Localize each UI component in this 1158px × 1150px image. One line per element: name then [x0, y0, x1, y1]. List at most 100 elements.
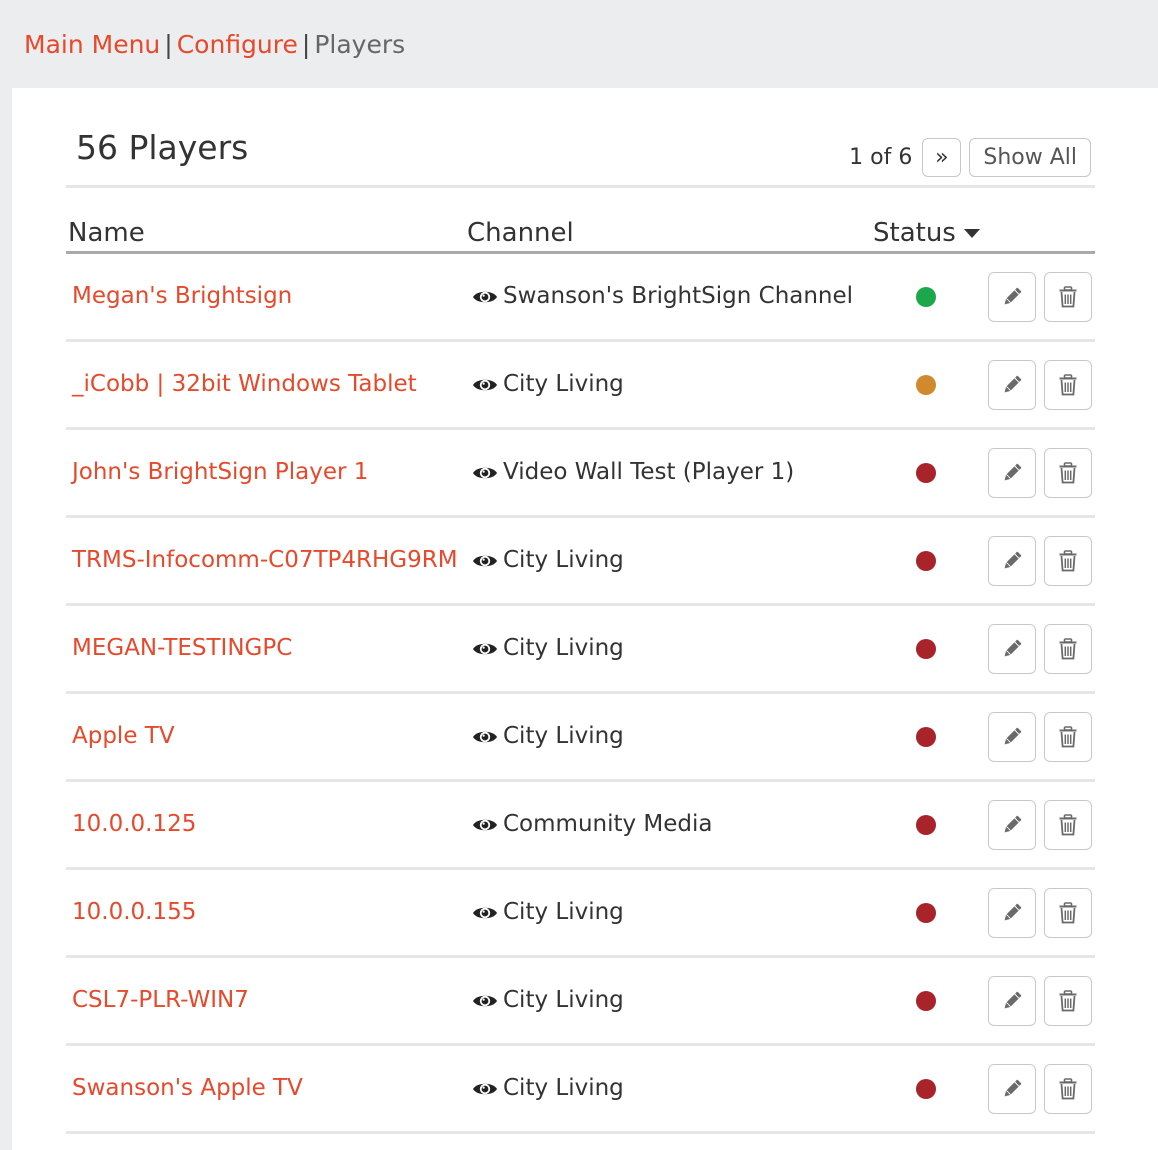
eye-icon [472, 728, 498, 746]
eye-icon [472, 552, 498, 570]
eye-icon [472, 464, 498, 482]
player-name-link[interactable]: Megan's Brightsign [72, 254, 292, 339]
pencil-icon [1001, 638, 1023, 660]
pencil-icon [1001, 462, 1023, 484]
status-indicator [916, 903, 936, 923]
players-table: Megan's Brightsign Swanson's BrightSign … [66, 254, 1095, 1134]
trash-icon [1058, 286, 1078, 308]
edit-button[interactable] [988, 448, 1036, 498]
delete-button[interactable] [1044, 624, 1092, 674]
breadcrumb-current: Players [314, 30, 406, 59]
delete-button[interactable] [1044, 976, 1092, 1026]
edit-button[interactable] [988, 624, 1036, 674]
player-channel-label: City Living [503, 987, 624, 1013]
player-channel-label: City Living [503, 371, 624, 397]
edit-button[interactable] [988, 888, 1036, 938]
player-channel-label: City Living [503, 1075, 624, 1101]
status-indicator [916, 815, 936, 835]
status-indicator [916, 991, 936, 1011]
player-channel-label: Swanson's BrightSign Channel [503, 283, 854, 309]
trash-icon [1058, 902, 1078, 924]
edit-button[interactable] [988, 360, 1036, 410]
player-channel: City Living [472, 958, 624, 1043]
player-name-link[interactable]: 10.0.0.155 [72, 870, 196, 955]
player-channel-label: City Living [503, 547, 624, 573]
eye-icon [472, 816, 498, 834]
table-row: Swanson's Apple TV City Living [66, 1046, 1095, 1134]
trash-icon [1058, 990, 1078, 1012]
table-row: _iCobb | 32bit Windows Tablet City Livin… [66, 342, 1095, 430]
column-header-status[interactable]: Status [873, 218, 980, 248]
player-channel: Community Media [472, 782, 713, 867]
player-channel: Swanson's BrightSign Channel [472, 254, 853, 339]
trash-icon [1058, 550, 1078, 572]
status-indicator [916, 287, 936, 307]
table-row: Apple TV City Living [66, 694, 1095, 782]
trash-icon [1058, 638, 1078, 660]
delete-button[interactable] [1044, 888, 1092, 938]
pencil-icon [1001, 902, 1023, 924]
pencil-icon [1001, 374, 1023, 396]
delete-button[interactable] [1044, 272, 1092, 322]
status-indicator [916, 551, 936, 571]
player-channel: City Living [472, 342, 624, 427]
column-header-name[interactable]: Name [68, 218, 145, 248]
delete-button[interactable] [1044, 360, 1092, 410]
eye-icon [472, 1080, 498, 1098]
breadcrumb-configure[interactable]: Configure [177, 30, 298, 59]
status-indicator [916, 1079, 936, 1099]
breadcrumb-separator: | [164, 30, 173, 59]
delete-button[interactable] [1044, 536, 1092, 586]
trash-icon [1058, 726, 1078, 748]
player-channel-label: City Living [503, 899, 624, 925]
edit-button[interactable] [988, 712, 1036, 762]
delete-button[interactable] [1044, 800, 1092, 850]
edit-button[interactable] [988, 1064, 1036, 1114]
delete-button[interactable] [1044, 1064, 1092, 1114]
table-row: MEGAN-TESTINGPC City Living [66, 606, 1095, 694]
player-channel: City Living [472, 1046, 624, 1131]
table-row: John's BrightSign Player 1 Video Wall Te… [66, 430, 1095, 518]
player-channel-label: Video Wall Test (Player 1) [503, 459, 795, 485]
edit-button[interactable] [988, 800, 1036, 850]
edit-button[interactable] [988, 976, 1036, 1026]
caret-down-icon [963, 229, 980, 238]
pencil-icon [1001, 550, 1023, 572]
delete-button[interactable] [1044, 448, 1092, 498]
player-name-link[interactable]: Apple TV [72, 694, 175, 779]
column-header-status-label: Status [873, 218, 956, 248]
player-name-link[interactable]: Swanson's Apple TV [72, 1046, 303, 1131]
player-name-link[interactable]: _iCobb | 32bit Windows Tablet [72, 342, 417, 427]
pencil-icon [1001, 814, 1023, 836]
player-channel-label: City Living [503, 635, 624, 661]
breadcrumb-main-menu[interactable]: Main Menu [24, 30, 160, 59]
edit-button[interactable] [988, 272, 1036, 322]
delete-button[interactable] [1044, 712, 1092, 762]
player-channel: City Living [472, 870, 624, 955]
player-channel: Video Wall Test (Player 1) [472, 430, 794, 515]
next-page-button[interactable]: » [922, 138, 962, 177]
player-channel-label: City Living [503, 723, 624, 749]
page-title: 56 Players [76, 128, 249, 167]
eye-icon [472, 904, 498, 922]
player-name-link[interactable]: TRMS-Infocomm-C07TP4RHG9RM [72, 518, 458, 603]
eye-icon [472, 640, 498, 658]
player-name-link[interactable]: CSL7-PLR-WIN7 [72, 958, 249, 1043]
breadcrumb: Main Menu | Configure | Players [24, 27, 405, 63]
column-header-channel[interactable]: Channel [467, 218, 574, 248]
breadcrumb-separator: | [301, 30, 311, 59]
trash-icon [1058, 814, 1078, 836]
trash-icon [1058, 1078, 1078, 1100]
status-indicator [916, 639, 936, 659]
page-info: 1 of 6 [849, 145, 913, 170]
table-row: CSL7-PLR-WIN7 City Living [66, 958, 1095, 1046]
pencil-icon [1001, 286, 1023, 308]
status-indicator [916, 727, 936, 747]
players-panel: 56 Players 1 of 6 » Show All Name Channe… [12, 88, 1158, 1150]
table-row: 10.0.0.125 Community Media [66, 782, 1095, 870]
edit-button[interactable] [988, 536, 1036, 586]
player-name-link[interactable]: 10.0.0.125 [72, 782, 196, 867]
show-all-button[interactable]: Show All [969, 138, 1091, 177]
player-name-link[interactable]: John's BrightSign Player 1 [72, 430, 368, 515]
player-name-link[interactable]: MEGAN-TESTINGPC [72, 606, 292, 691]
